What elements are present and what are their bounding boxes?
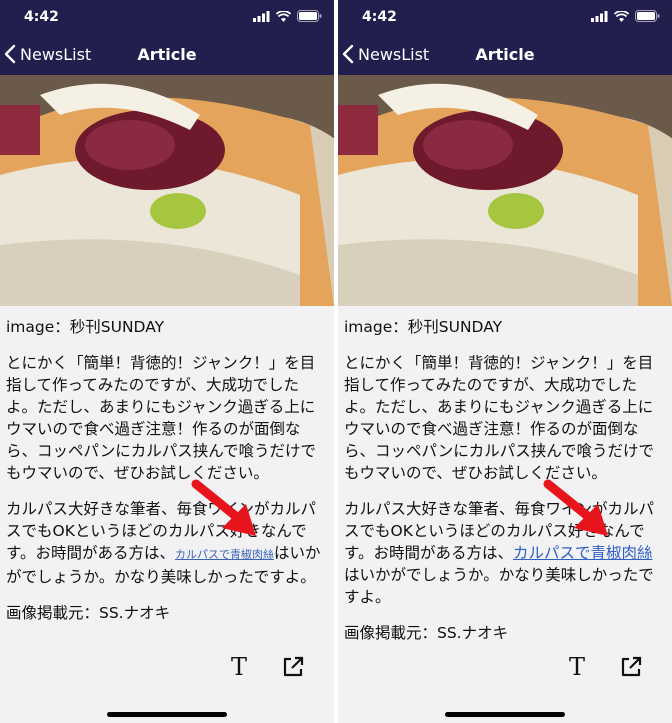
wifi-icon — [276, 10, 291, 22]
image-credit: image：秒刊SUNDAY — [344, 318, 503, 336]
paragraph-2-suffix: はいかがでしょうか。かなり美味しかったですよ。 — [344, 566, 654, 606]
wifi-icon — [614, 10, 629, 22]
red-arrow-icon — [543, 479, 608, 536]
navigation-bar: 4:42 NewsList Article — [0, 0, 334, 75]
status-icons — [591, 9, 660, 23]
article-photo — [338, 75, 672, 306]
battery-icon — [635, 10, 660, 22]
screenshot-after: 4:42 NewsList Article image：秒刊SUNDAY とにか… — [338, 0, 672, 723]
paragraph-2: カルパス大好きな筆者、毎食ワインがカルパスでもOKというほどのカルパス好きなんで… — [6, 498, 328, 588]
red-arrow-icon — [191, 479, 256, 536]
article-body: image：秒刊SUNDAY とにかく「簡単！背徳的！ジャンク！」を目指して作っ… — [344, 316, 666, 658]
status-icons — [253, 9, 322, 23]
home-indicator[interactable] — [445, 712, 565, 717]
paragraph-1: とにかく「簡単！背徳的！ジャンク！」を目指して作ってみたのですが、大成功でしたよ… — [6, 354, 317, 482]
article-body: image：秒刊SUNDAY とにかく「簡単！背徳的！ジャンク！」を目指して作っ… — [6, 316, 328, 638]
text-size-icon[interactable]: T — [564, 654, 590, 680]
signal-icon — [591, 10, 608, 22]
status-time: 4:42 — [362, 9, 397, 25]
screenshot-before: 4:42 NewsList Article image：秒刊SUNDAY とにか… — [0, 0, 334, 723]
battery-icon — [297, 10, 322, 22]
article-toolbar: T — [564, 654, 644, 680]
article-toolbar: T — [226, 654, 306, 680]
share-icon[interactable] — [280, 654, 306, 680]
status-time: 4:42 — [24, 9, 59, 25]
navigation-bar: 4:42 NewsList Article — [338, 0, 672, 75]
article-photo — [0, 75, 334, 306]
article-link-small[interactable]: カルパスで青椒肉絲 — [175, 548, 274, 561]
paragraph-2: カルパス大好きな筆者、毎食ワインがカルパスでもOKというほどのカルパス好きなんで… — [344, 498, 666, 608]
home-indicator[interactable] — [107, 712, 227, 717]
page-title: Article — [137, 45, 197, 64]
image-source: 画像掲載元：SS.ナオキ — [6, 604, 171, 622]
page-title: Article — [475, 45, 535, 64]
article-link-large[interactable]: カルパスで青椒肉絲 — [513, 544, 653, 562]
image-source: 画像掲載元：SS.ナオキ — [344, 624, 509, 642]
text-size-icon[interactable]: T — [226, 654, 252, 680]
paragraph-1: とにかく「簡単！背徳的！ジャンク！」を目指して作ってみたのですが、大成功でしたよ… — [344, 354, 655, 482]
image-credit: image：秒刊SUNDAY — [6, 318, 165, 336]
share-icon[interactable] — [618, 654, 644, 680]
signal-icon — [253, 10, 270, 22]
